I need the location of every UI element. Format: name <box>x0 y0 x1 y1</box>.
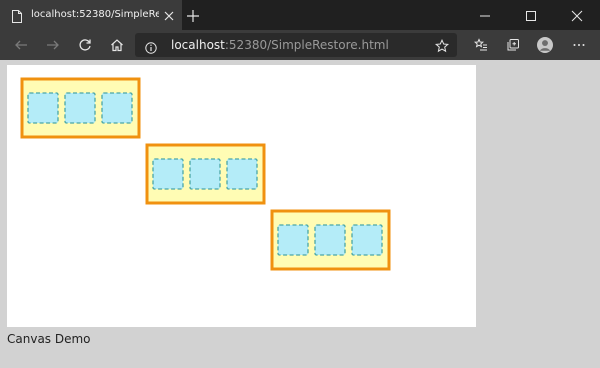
forward-button[interactable] <box>38 30 68 60</box>
canvas-square <box>351 224 383 256</box>
tab-close-icon[interactable] <box>162 8 176 22</box>
home-icon <box>111 39 123 52</box>
favorites-button[interactable] <box>466 30 496 60</box>
maximize-button[interactable] <box>508 0 554 30</box>
minimize-button[interactable] <box>462 0 508 30</box>
collections-button[interactable] <box>498 30 528 60</box>
home-button[interactable] <box>102 30 132 60</box>
maximize-icon <box>526 11 536 21</box>
info-icon[interactable] <box>145 39 157 54</box>
close-icon <box>571 10 583 22</box>
minimize-icon <box>480 15 490 17</box>
page-content: Canvas Demo <box>0 60 600 368</box>
back-icon <box>15 40 27 50</box>
browser-window: localhost:52380/SimpleRestore.html <box>0 0 600 368</box>
favorite-star-icon[interactable] <box>434 38 450 53</box>
address-bar[interactable]: localhost:52380/SimpleRestore.html <box>135 33 457 57</box>
forward-icon <box>47 40 59 50</box>
url-path: :52380/SimpleRestore.html <box>224 38 389 52</box>
url-text[interactable]: localhost:52380/SimpleRestore.html <box>171 33 389 57</box>
canvas-square <box>314 224 346 256</box>
tab-title: localhost:52380/SimpleRestore.html <box>31 9 159 20</box>
close-window-button[interactable] <box>554 0 600 30</box>
tab-strip: localhost:52380/SimpleRestore.html <box>0 0 600 30</box>
canvas-drawing <box>20 77 391 271</box>
caption-text: Canvas Demo <box>7 332 91 346</box>
canvas-square <box>277 224 309 256</box>
page-icon <box>12 8 22 23</box>
canvas-square <box>64 92 96 124</box>
canvas-square <box>152 158 184 190</box>
back-button[interactable] <box>6 30 36 60</box>
collections-icon <box>507 39 519 51</box>
new-tab-icon[interactable] <box>186 8 200 22</box>
profile-button[interactable] <box>530 30 560 60</box>
refresh-button[interactable] <box>70 30 100 60</box>
url-host: localhost <box>171 38 225 52</box>
canvas-square <box>226 158 258 190</box>
demo-canvas[interactable] <box>7 65 476 327</box>
canvas-square <box>189 158 221 190</box>
more-icon <box>573 44 585 46</box>
canvas-square <box>27 92 59 124</box>
more-button[interactable] <box>564 30 594 60</box>
refresh-icon <box>79 39 91 51</box>
canvas-square <box>101 92 133 124</box>
toolbar: localhost:52380/SimpleRestore.html <box>0 30 600 60</box>
browser-tab[interactable]: localhost:52380/SimpleRestore.html <box>0 0 182 30</box>
profile-avatar-icon <box>537 37 553 53</box>
favorites-list-icon <box>474 38 487 51</box>
